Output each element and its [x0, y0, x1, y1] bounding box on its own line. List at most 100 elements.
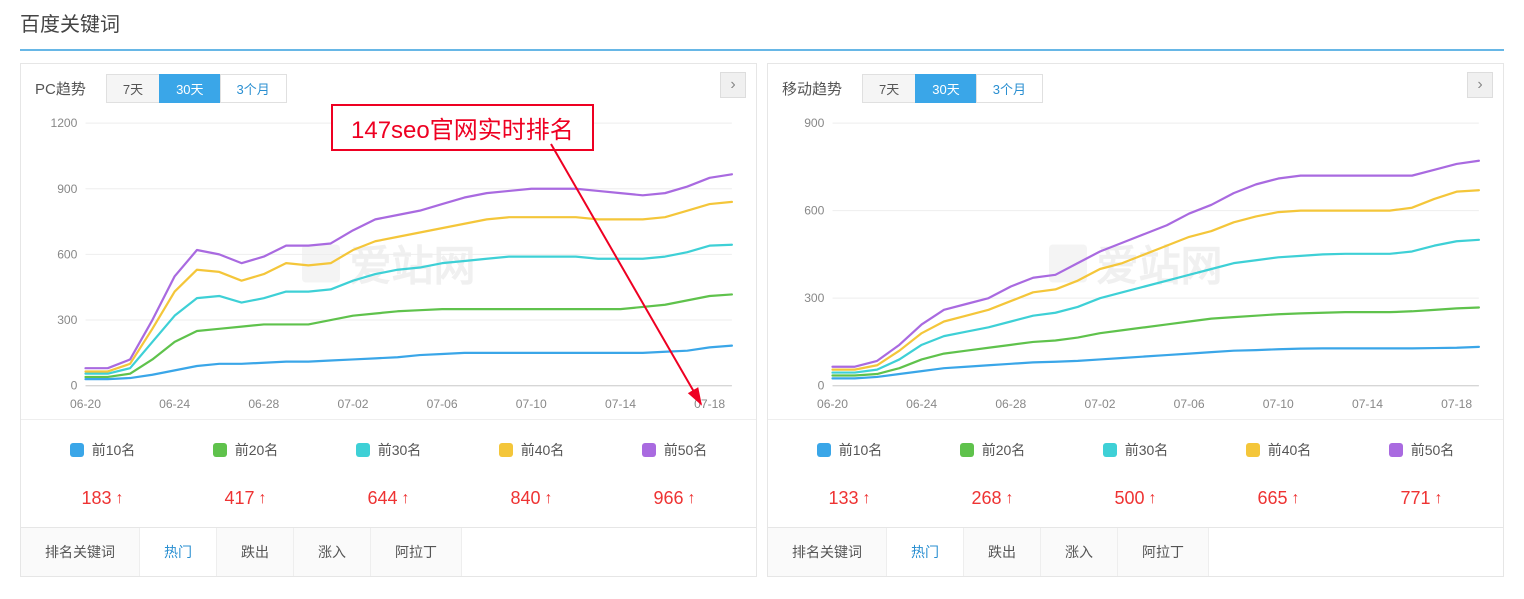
svg-text:1200: 1200: [50, 116, 77, 130]
swatch-icon: [213, 443, 227, 457]
legend-item-2[interactable]: 前30名: [1103, 440, 1169, 460]
panel-head: 移动趋势 7天30天3个月 ›: [768, 64, 1503, 113]
arrow-up-icon: ↑: [259, 490, 267, 508]
svg-text:06-20: 06-20: [817, 397, 848, 411]
chart-wrap: 爱站网 030060090006-2006-2406-2807-0207-060…: [768, 113, 1503, 419]
tab-2[interactable]: 跌出: [217, 528, 294, 576]
svg-text:900: 900: [57, 182, 77, 196]
arrow-up-icon: ↑: [688, 490, 696, 508]
range-btn-2[interactable]: 3个月: [220, 74, 287, 103]
next-icon[interactable]: ›: [720, 72, 746, 98]
legend-label: 前40名: [521, 440, 565, 460]
range-btn-2[interactable]: 3个月: [976, 74, 1043, 103]
svg-text:06-24: 06-24: [906, 397, 937, 411]
svg-text:07-18: 07-18: [694, 397, 725, 411]
legend-item-4[interactable]: 前50名: [642, 440, 708, 460]
svg-text:06-20: 06-20: [70, 397, 101, 411]
panel-title-mobile: 移动趋势: [782, 78, 842, 99]
tabs: 排名关键词热门跌出涨入阿拉丁: [768, 527, 1503, 576]
range-btn-0[interactable]: 7天: [106, 74, 160, 103]
range-btn-0[interactable]: 7天: [862, 74, 916, 103]
svg-text:300: 300: [57, 313, 77, 327]
arrow-up-icon: ↑: [1006, 490, 1014, 508]
legend: 前10名 前20名 前30名 前40名 前50名: [21, 419, 756, 478]
swatch-icon: [1246, 443, 1260, 457]
range-seg: 7天30天3个月: [862, 74, 1043, 103]
legend-label: 前10名: [92, 440, 136, 460]
stat-4: 771↑: [1400, 488, 1442, 509]
annotation-box: 147seo官网实时排名: [331, 104, 594, 151]
legend: 前10名 前20名 前30名 前40名 前50名: [768, 419, 1503, 478]
stat-0: 183↑: [81, 488, 123, 509]
legend-label: 前20名: [235, 440, 279, 460]
svg-text:0: 0: [71, 379, 78, 393]
arrow-up-icon: ↑: [1292, 490, 1300, 508]
arrow-up-icon: ↑: [116, 490, 124, 508]
swatch-icon: [817, 443, 831, 457]
tab-3[interactable]: 涨入: [1041, 528, 1118, 576]
tab-4[interactable]: 阿拉丁: [1118, 528, 1209, 576]
arrow-up-icon: ↑: [863, 490, 871, 508]
svg-text:900: 900: [804, 116, 824, 130]
svg-text:07-06: 07-06: [1174, 397, 1205, 411]
legend-item-1[interactable]: 前20名: [213, 440, 279, 460]
stat-3: 665↑: [1257, 488, 1299, 509]
svg-text:07-02: 07-02: [337, 397, 368, 411]
stat-2: 500↑: [1114, 488, 1156, 509]
chart-mobile: 爱站网 030060090006-2006-2406-2807-0207-060…: [782, 113, 1489, 413]
legend-label: 前50名: [1411, 440, 1455, 460]
tab-1[interactable]: 热门: [887, 528, 964, 576]
legend-label: 前20名: [982, 440, 1026, 460]
svg-text:300: 300: [804, 291, 824, 305]
stats-row: 133↑268↑500↑665↑771↑: [768, 478, 1503, 527]
legend-label: 前50名: [664, 440, 708, 460]
chart-pc: 爱站网 0300600900120006-2006-2406-2807-0207…: [35, 113, 742, 413]
legend-item-4[interactable]: 前50名: [1389, 440, 1455, 460]
tab-0[interactable]: 排名关键词: [768, 528, 887, 576]
svg-text:06-28: 06-28: [248, 397, 279, 411]
tab-3[interactable]: 涨入: [294, 528, 371, 576]
svg-text:600: 600: [804, 204, 824, 218]
legend-item-2[interactable]: 前30名: [356, 440, 422, 460]
legend-item-3[interactable]: 前40名: [499, 440, 565, 460]
svg-text:06-28: 06-28: [995, 397, 1026, 411]
svg-text:06-24: 06-24: [159, 397, 190, 411]
stat-1: 417↑: [224, 488, 266, 509]
legend-item-3[interactable]: 前40名: [1246, 440, 1312, 460]
legend-label: 前30名: [1125, 440, 1169, 460]
stats-row: 183↑417↑644↑840↑966↑: [21, 478, 756, 527]
tabs: 排名关键词热门跌出涨入阿拉丁: [21, 527, 756, 576]
svg-text:07-14: 07-14: [1352, 397, 1383, 411]
panel-pc: PC趋势 7天30天3个月 › 爱站网 0300600900120006-200…: [20, 63, 757, 577]
stat-2: 644↑: [367, 488, 409, 509]
svg-text:0: 0: [818, 379, 825, 393]
legend-item-1[interactable]: 前20名: [960, 440, 1026, 460]
svg-text:07-18: 07-18: [1441, 397, 1472, 411]
page-title: 百度关键词: [20, 0, 1504, 49]
range-seg: 7天30天3个月: [106, 74, 287, 103]
stat-0: 133↑: [828, 488, 870, 509]
range-btn-1[interactable]: 30天: [915, 74, 976, 103]
range-btn-1[interactable]: 30天: [159, 74, 220, 103]
arrow-up-icon: ↑: [1435, 490, 1443, 508]
tab-0[interactable]: 排名关键词: [21, 528, 140, 576]
swatch-icon: [356, 443, 370, 457]
swatch-icon: [960, 443, 974, 457]
legend-item-0[interactable]: 前10名: [70, 440, 136, 460]
chart-wrap: 爱站网 0300600900120006-2006-2406-2807-0207…: [21, 113, 756, 419]
legend-item-0[interactable]: 前10名: [817, 440, 883, 460]
next-icon[interactable]: ›: [1467, 72, 1493, 98]
panel-mobile: 移动趋势 7天30天3个月 › 爱站网 030060090006-2006-24…: [767, 63, 1504, 577]
swatch-icon: [499, 443, 513, 457]
tab-4[interactable]: 阿拉丁: [371, 528, 462, 576]
swatch-icon: [642, 443, 656, 457]
divider: [20, 49, 1504, 51]
stat-4: 966↑: [653, 488, 695, 509]
panel-title-pc: PC趋势: [35, 78, 86, 99]
svg-text:07-06: 07-06: [427, 397, 458, 411]
svg-text:07-14: 07-14: [605, 397, 636, 411]
tab-1[interactable]: 热门: [140, 528, 217, 576]
legend-label: 前10名: [839, 440, 883, 460]
tab-2[interactable]: 跌出: [964, 528, 1041, 576]
svg-text:07-02: 07-02: [1084, 397, 1115, 411]
